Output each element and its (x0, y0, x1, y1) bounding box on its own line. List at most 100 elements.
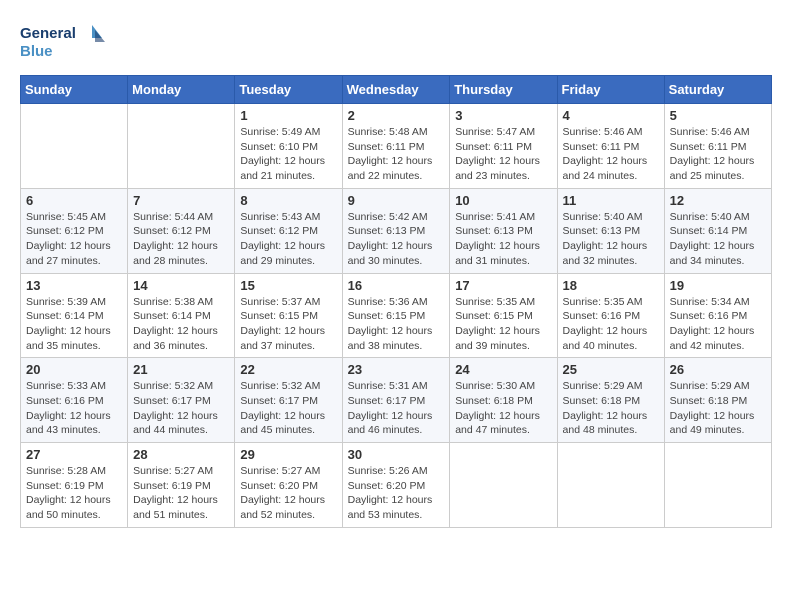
day-info: Sunrise: 5:49 AM Sunset: 6:10 PM Dayligh… (240, 125, 336, 184)
calendar-cell: 20 Sunrise: 5:33 AM Sunset: 6:16 PM Dayli… (21, 358, 128, 443)
day-info: Sunrise: 5:35 AM Sunset: 6:15 PM Dayligh… (455, 295, 551, 354)
day-number: 22 (240, 362, 336, 377)
calendar-cell: 22 Sunrise: 5:32 AM Sunset: 6:17 PM Dayli… (235, 358, 342, 443)
calendar-cell: 24Sunrise: 5:30 AM Sunset: 6:18 PM Dayli… (450, 358, 557, 443)
day-info: Sunrise: 5:46 AM Sunset: 6:11 PM Dayligh… (563, 125, 659, 184)
calendar-cell: 18 Sunrise: 5:35 AM Sunset: 6:16 PM Dayli… (557, 273, 664, 358)
day-info: Sunrise: 5:39 AM Sunset: 6:14 PM Dayligh… (26, 295, 122, 354)
calendar-week-row: 6 Sunrise: 5:45 AM Sunset: 6:12 PM Daylig… (21, 188, 772, 273)
calendar-cell: 19Sunrise: 5:34 AM Sunset: 6:16 PM Dayli… (664, 273, 771, 358)
day-number: 13 (26, 278, 122, 293)
day-info: Sunrise: 5:43 AM Sunset: 6:12 PM Dayligh… (240, 210, 336, 269)
calendar-cell (21, 104, 128, 189)
calendar-cell: 9 Sunrise: 5:42 AM Sunset: 6:13 PM Daylig… (342, 188, 450, 273)
day-info: Sunrise: 5:28 AM Sunset: 6:19 PM Dayligh… (26, 464, 122, 523)
calendar-cell: 23 Sunrise: 5:31 AM Sunset: 6:17 PM Dayli… (342, 358, 450, 443)
calendar-table: SundayMondayTuesdayWednesdayThursdayFrid… (20, 75, 772, 528)
weekday-header-cell: Friday (557, 76, 664, 104)
day-number: 8 (240, 193, 336, 208)
calendar-cell: 14Sunrise: 5:38 AM Sunset: 6:14 PM Dayli… (128, 273, 235, 358)
calendar-cell: 26 Sunrise: 5:29 AM Sunset: 6:18 PM Dayli… (664, 358, 771, 443)
day-number: 5 (670, 108, 766, 123)
calendar-cell: 5 Sunrise: 5:46 AM Sunset: 6:11 PM Daylig… (664, 104, 771, 189)
day-info: Sunrise: 5:48 AM Sunset: 6:11 PM Dayligh… (348, 125, 445, 184)
day-number: 3 (455, 108, 551, 123)
day-info: Sunrise: 5:29 AM Sunset: 6:18 PM Dayligh… (670, 379, 766, 438)
day-number: 18 (563, 278, 659, 293)
calendar-cell: 4Sunrise: 5:46 AM Sunset: 6:11 PM Daylig… (557, 104, 664, 189)
calendar-cell: 17 Sunrise: 5:35 AM Sunset: 6:15 PM Dayli… (450, 273, 557, 358)
calendar-cell: 7 Sunrise: 5:44 AM Sunset: 6:12 PM Daylig… (128, 188, 235, 273)
day-info: Sunrise: 5:44 AM Sunset: 6:12 PM Dayligh… (133, 210, 229, 269)
calendar-cell: 1 Sunrise: 5:49 AM Sunset: 6:10 PM Daylig… (235, 104, 342, 189)
day-number: 29 (240, 447, 336, 462)
day-info: Sunrise: 5:26 AM Sunset: 6:20 PM Dayligh… (348, 464, 445, 523)
day-number: 17 (455, 278, 551, 293)
weekday-header-cell: Saturday (664, 76, 771, 104)
weekday-header-cell: Wednesday (342, 76, 450, 104)
calendar-cell (450, 443, 557, 528)
day-number: 6 (26, 193, 122, 208)
calendar-cell: 29 Sunrise: 5:27 AM Sunset: 6:20 PM Dayli… (235, 443, 342, 528)
day-info: Sunrise: 5:31 AM Sunset: 6:17 PM Dayligh… (348, 379, 445, 438)
day-number: 1 (240, 108, 336, 123)
day-info: Sunrise: 5:41 AM Sunset: 6:13 PM Dayligh… (455, 210, 551, 269)
calendar-cell (128, 104, 235, 189)
day-number: 2 (348, 108, 445, 123)
day-number: 7 (133, 193, 229, 208)
calendar-week-row: 1 Sunrise: 5:49 AM Sunset: 6:10 PM Daylig… (21, 104, 772, 189)
day-number: 20 (26, 362, 122, 377)
day-number: 19 (670, 278, 766, 293)
day-info: Sunrise: 5:33 AM Sunset: 6:16 PM Dayligh… (26, 379, 122, 438)
day-number: 27 (26, 447, 122, 462)
calendar-cell: 28 Sunrise: 5:27 AM Sunset: 6:19 PM Dayli… (128, 443, 235, 528)
calendar-cell: 3 Sunrise: 5:47 AM Sunset: 6:11 PM Daylig… (450, 104, 557, 189)
calendar-cell: 27 Sunrise: 5:28 AM Sunset: 6:19 PM Dayli… (21, 443, 128, 528)
calendar-week-row: 13 Sunrise: 5:39 AM Sunset: 6:14 PM Dayli… (21, 273, 772, 358)
calendar-cell: 8 Sunrise: 5:43 AM Sunset: 6:12 PM Daylig… (235, 188, 342, 273)
day-info: Sunrise: 5:45 AM Sunset: 6:12 PM Dayligh… (26, 210, 122, 269)
day-info: Sunrise: 5:46 AM Sunset: 6:11 PM Dayligh… (670, 125, 766, 184)
calendar-cell: 15 Sunrise: 5:37 AM Sunset: 6:15 PM Dayli… (235, 273, 342, 358)
calendar-cell: 30 Sunrise: 5:26 AM Sunset: 6:20 PM Dayli… (342, 443, 450, 528)
calendar-cell: 6 Sunrise: 5:45 AM Sunset: 6:12 PM Daylig… (21, 188, 128, 273)
day-info: Sunrise: 5:42 AM Sunset: 6:13 PM Dayligh… (348, 210, 445, 269)
day-number: 24 (455, 362, 551, 377)
day-info: Sunrise: 5:32 AM Sunset: 6:17 PM Dayligh… (133, 379, 229, 438)
day-number: 14 (133, 278, 229, 293)
calendar-cell: 13 Sunrise: 5:39 AM Sunset: 6:14 PM Dayli… (21, 273, 128, 358)
day-info: Sunrise: 5:32 AM Sunset: 6:17 PM Dayligh… (240, 379, 336, 438)
day-number: 21 (133, 362, 229, 377)
weekday-header-row: SundayMondayTuesdayWednesdayThursdayFrid… (21, 76, 772, 104)
day-number: 28 (133, 447, 229, 462)
calendar-cell: 10Sunrise: 5:41 AM Sunset: 6:13 PM Dayli… (450, 188, 557, 273)
logo-svg: General Blue (20, 20, 110, 65)
day-info: Sunrise: 5:47 AM Sunset: 6:11 PM Dayligh… (455, 125, 551, 184)
day-number: 23 (348, 362, 445, 377)
day-info: Sunrise: 5:40 AM Sunset: 6:13 PM Dayligh… (563, 210, 659, 269)
day-number: 9 (348, 193, 445, 208)
calendar-cell: 2 Sunrise: 5:48 AM Sunset: 6:11 PM Daylig… (342, 104, 450, 189)
day-number: 30 (348, 447, 445, 462)
day-number: 11 (563, 193, 659, 208)
day-info: Sunrise: 5:40 AM Sunset: 6:14 PM Dayligh… (670, 210, 766, 269)
calendar-cell: 16Sunrise: 5:36 AM Sunset: 6:15 PM Dayli… (342, 273, 450, 358)
day-number: 15 (240, 278, 336, 293)
calendar-cell: 12Sunrise: 5:40 AM Sunset: 6:14 PM Dayli… (664, 188, 771, 273)
day-number: 26 (670, 362, 766, 377)
calendar-cell: 21 Sunrise: 5:32 AM Sunset: 6:17 PM Dayli… (128, 358, 235, 443)
logo: General Blue (20, 20, 110, 65)
weekday-header-cell: Thursday (450, 76, 557, 104)
day-info: Sunrise: 5:27 AM Sunset: 6:19 PM Dayligh… (133, 464, 229, 523)
calendar-cell (557, 443, 664, 528)
day-info: Sunrise: 5:37 AM Sunset: 6:15 PM Dayligh… (240, 295, 336, 354)
day-info: Sunrise: 5:27 AM Sunset: 6:20 PM Dayligh… (240, 464, 336, 523)
weekday-header-cell: Monday (128, 76, 235, 104)
calendar-body: 1 Sunrise: 5:49 AM Sunset: 6:10 PM Daylig… (21, 104, 772, 528)
calendar-cell: 25Sunrise: 5:29 AM Sunset: 6:18 PM Dayli… (557, 358, 664, 443)
svg-text:General: General (20, 25, 76, 42)
weekday-header-cell: Sunday (21, 76, 128, 104)
day-number: 25 (563, 362, 659, 377)
page-header: General Blue (20, 20, 772, 65)
day-info: Sunrise: 5:35 AM Sunset: 6:16 PM Dayligh… (563, 295, 659, 354)
